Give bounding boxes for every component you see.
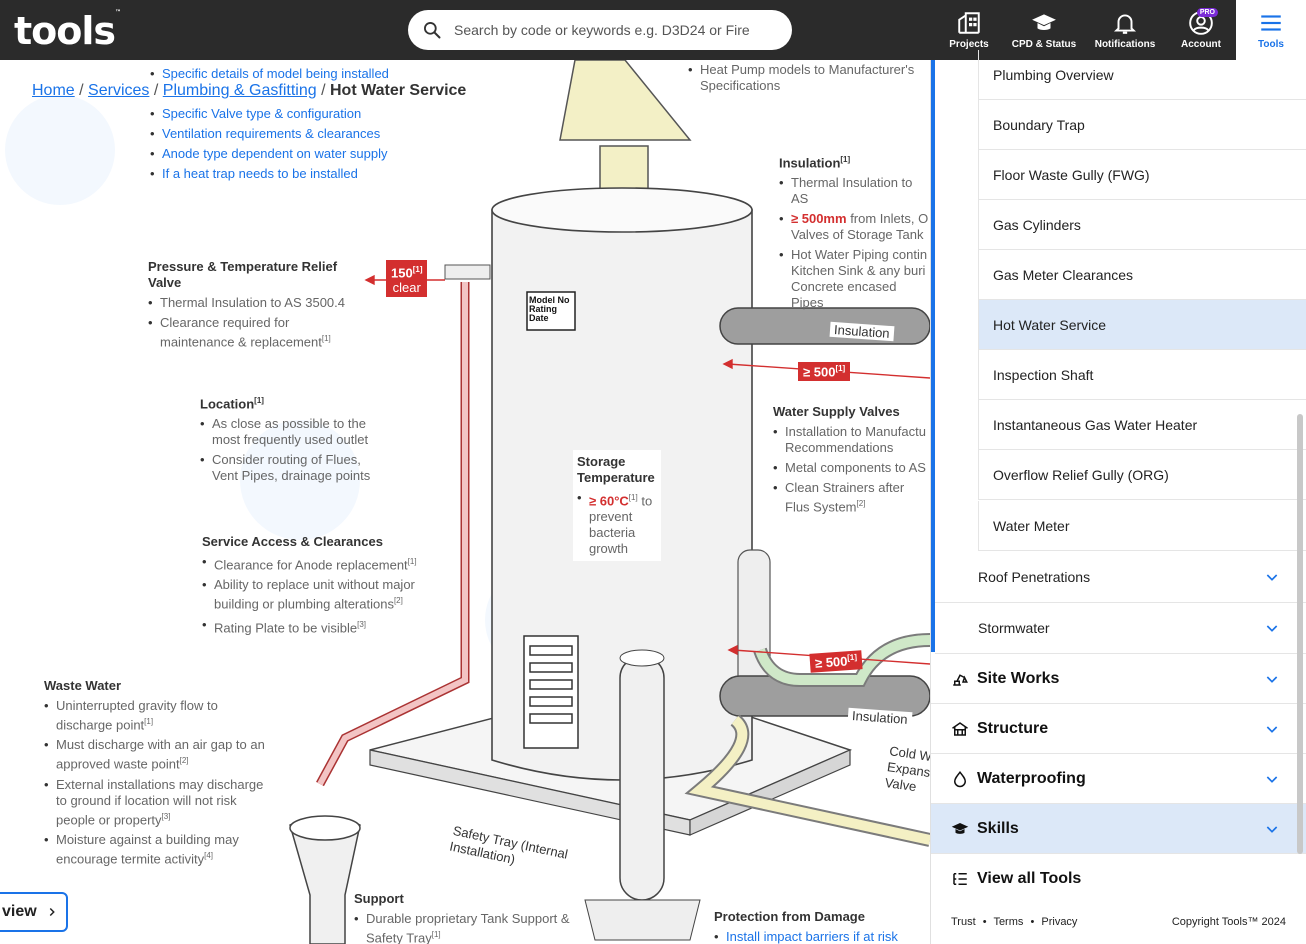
subitem-boundary-trap[interactable]: Boundary Trap: [978, 100, 1306, 150]
chevron-down-icon: [1266, 625, 1278, 632]
clearance-150-tag: 150[1] clear: [386, 260, 428, 298]
subitem-water-meter[interactable]: Water Meter: [978, 501, 1306, 551]
search-icon: [424, 22, 441, 39]
annotation-support: Support Durable proprietary Tank Support…: [354, 891, 584, 944]
subitem-plumbing-overview[interactable]: Plumbing Overview: [978, 50, 1306, 100]
chevron-down-icon: [1266, 726, 1278, 733]
chevron-down-icon: [1266, 826, 1278, 833]
footer-terms[interactable]: Terms: [993, 916, 1023, 928]
subitem-overflow-relief-gully[interactable]: Overflow Relief Gully (ORG): [978, 450, 1306, 500]
annotation-location: Location[1] As close as possible to the …: [200, 393, 390, 484]
chevron-down-icon: [1266, 574, 1278, 581]
section-skills[interactable]: Skills: [931, 804, 1306, 854]
chevron-down-icon: [1266, 676, 1278, 683]
view-all-tools[interactable]: View all Tools: [931, 854, 1306, 904]
section-waterproofing[interactable]: Waterproofing: [931, 754, 1306, 804]
group-roof-penetrations[interactable]: Roof Penetrations: [935, 552, 1306, 603]
breadcrumb-plumbing[interactable]: Plumbing & Gasfitting: [163, 82, 317, 99]
hamburger-icon: [1261, 15, 1281, 31]
house-frame-icon: [952, 722, 968, 736]
footer-trust[interactable]: Trust: [951, 916, 976, 928]
clearance-500-tag-bottom: ≥ 500[1]: [809, 650, 863, 674]
annotation-protection: Protection from Damage Install impact ba…: [714, 909, 930, 944]
annotation-service-access: Service Access & Clearances Clearance fo…: [202, 534, 432, 636]
annotation-water-supply: Water Supply Valves Installation to Manu…: [773, 404, 930, 515]
subitem-instantaneous-gas-water-heater[interactable]: Instantaneous Gas Water Heater: [978, 400, 1306, 450]
logo[interactable]: tools™: [14, 9, 121, 53]
annotation-model-list: Specific Valve type & configuration Vent…: [150, 106, 430, 182]
model-rating-plate: Model No Rating Date: [529, 295, 570, 323]
clearance-500-tag-top: ≥ 500[1]: [798, 362, 851, 382]
chevron-down-icon: [1266, 776, 1278, 783]
graduation-cap-icon: [951, 823, 969, 834]
subitem-hot-water-service[interactable]: Hot Water Service: [978, 300, 1306, 350]
chevron-right-icon: [49, 907, 55, 917]
pro-badge: PRO: [1196, 8, 1218, 17]
excavator-icon: [953, 674, 968, 686]
subitem-gas-cylinders[interactable]: Gas Cylinders: [978, 200, 1306, 250]
copyright: Copyright Tools™ 2024: [1171, 916, 1286, 928]
subitem-floor-waste-gully[interactable]: Floor Waste Gully (FWG): [978, 150, 1306, 200]
section-site-works[interactable]: Site Works: [931, 654, 1306, 704]
list-icon: [953, 873, 967, 885]
breadcrumb-services[interactable]: Services: [88, 82, 149, 99]
subitem-inspection-shaft[interactable]: Inspection Shaft: [978, 350, 1306, 400]
breadcrumb-home[interactable]: Home: [32, 82, 75, 99]
section-structure[interactable]: Structure: [931, 704, 1306, 754]
annotation-cold-water-valve: Cold W Expans Valve: [884, 743, 930, 795]
footer-privacy[interactable]: Privacy: [1041, 916, 1077, 928]
breadcrumb-current: Hot Water Service: [329, 82, 467, 99]
building-icon: [958, 12, 980, 34]
breadcrumb: Home / Services / Plumbing & Gasfitting …: [32, 82, 467, 99]
footer-links: Trust • Terms • Privacy: [951, 916, 1078, 928]
bell-icon: [1113, 14, 1137, 34]
annotation-model-details: Specific details of model being installe…: [150, 66, 389, 82]
annotation-waste-water: Waste Water Uninterrupted gravity flow t…: [44, 678, 276, 867]
annotation-insulation: Insulation[1] Thermal Insulation to AS ≥…: [779, 152, 930, 311]
search-input[interactable]: [454, 22, 774, 38]
search-box[interactable]: [408, 10, 792, 50]
annotation-heat-pump: Heat Pump models to Manufacturer's Speci…: [688, 62, 928, 94]
annotation-storage-temperature: Storage Temperature ≥ 60°C[1] to prevent…: [573, 450, 661, 562]
subitem-gas-meter-clearances[interactable]: Gas Meter Clearances: [978, 250, 1306, 300]
droplet-icon: [953, 771, 967, 788]
graduation-cap-icon: [1032, 14, 1056, 31]
panel-scrollbar[interactable]: [1297, 414, 1303, 854]
annotation-ptr-valve: Pressure & Temperature Relief Valve Ther…: [148, 259, 348, 350]
group-stormwater[interactable]: Stormwater: [935, 603, 1306, 654]
hot-water-diagram: Home / Services / Plumbing & Gasfitting …: [0, 60, 930, 944]
overview-button[interactable]: view: [0, 892, 68, 932]
